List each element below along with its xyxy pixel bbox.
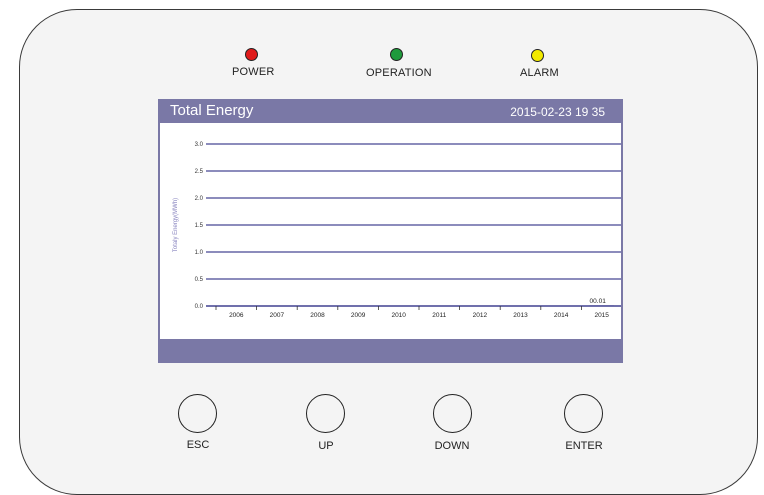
screen-datetime: 2015-02-23 19 35 [510,105,605,119]
y-tick-label: 1.5 [195,223,204,229]
esc-button[interactable] [178,394,217,433]
y-tick-label: 3.0 [195,142,204,148]
y-tick-label: 1.0 [195,250,204,256]
lcd-screen: Total Energy 2015-02-23 19 35 Totaly Ene… [158,99,623,363]
operation-label: OPERATION [366,67,432,79]
x-tick-label: 2007 [270,312,285,319]
y-axis-label: Totaly Energy(MWh) [173,198,179,252]
energy-chart: Totaly Energy(MWh) 0.0 0.5 1.0 1.5 2.0 2.5 3.0 2… [160,123,621,339]
x-tick-label: 2010 [391,312,406,319]
energy-chart-svg: Totaly Energy(MWh) 0.0 0.5 1.0 1.5 2.0 2.5 3.0 2… [173,142,621,319]
y-tick-label: 0.0 [195,304,204,310]
x-tick-label: 2012 [473,312,488,319]
screen-footer [158,339,623,363]
alarm-label: ALARM [520,67,559,79]
esc-label: ESC [186,439,210,451]
power-led-icon [245,48,258,61]
alarm-led-icon [531,49,544,62]
down-button[interactable] [433,394,472,433]
power-label: POWER [232,66,275,78]
screen-title: Total Energy [170,102,254,119]
bar [589,305,614,306]
screen-titlebar: Total Energy 2015-02-23 19 35 [158,99,623,123]
down-label: DOWN [434,440,470,452]
y-tick-label: 0.5 [195,277,204,283]
enter-button[interactable] [564,394,603,433]
x-tick-label: 2011 [432,312,446,319]
x-tick-label: 2009 [351,312,366,319]
operation-led-icon [390,48,403,61]
enter-label: ENTER [565,440,603,452]
up-button[interactable] [306,394,345,433]
x-tick-label: 2015 [594,312,609,319]
x-tick-label: 2014 [554,312,569,319]
x-tick-label: 2006 [229,312,244,319]
up-label: UP [318,440,334,452]
data-label: 00.01 [590,298,607,305]
y-tick-label: 2.0 [195,196,204,202]
x-tick-label: 2008 [310,312,325,319]
y-tick-label: 2.5 [195,169,204,175]
x-tick-label: 2013 [513,312,528,319]
